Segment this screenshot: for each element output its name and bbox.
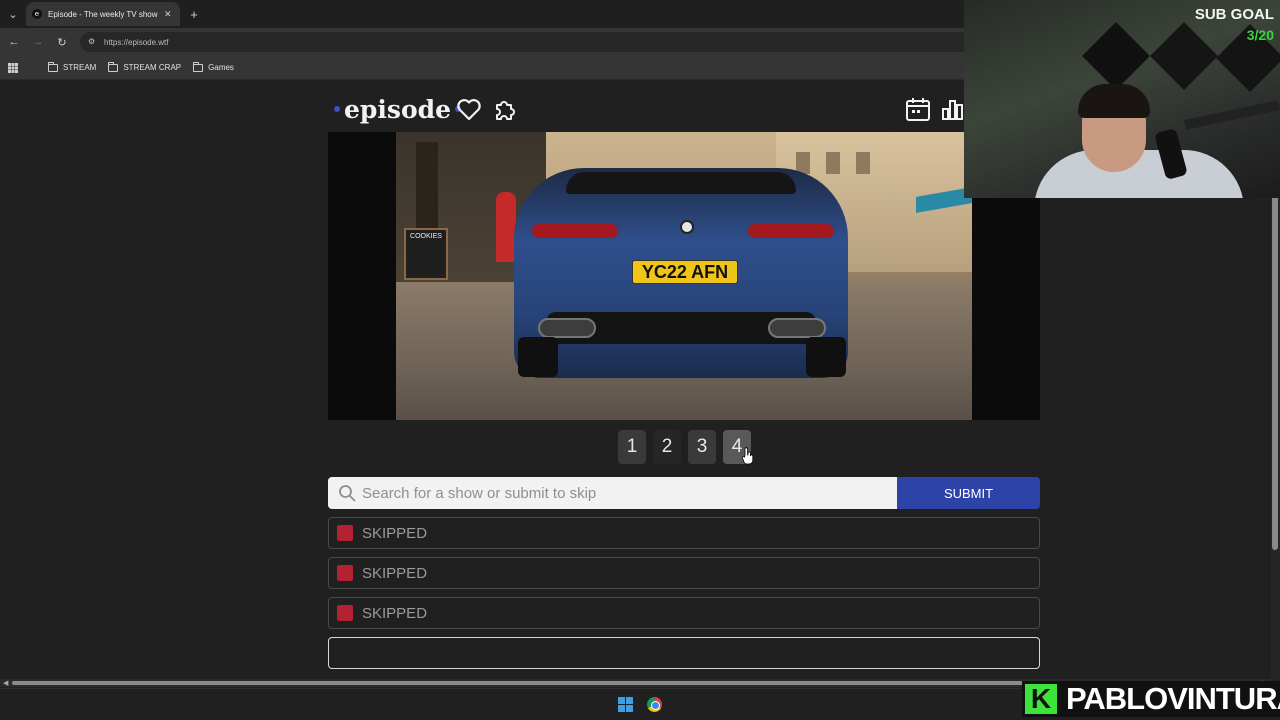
logo-dot-left (334, 106, 340, 112)
favicon-icon: e (32, 9, 42, 19)
brand-name: PABLOVINTURA (1060, 681, 1280, 717)
forward-icon[interactable]: → (30, 34, 46, 50)
submit-button[interactable]: SUBMIT (897, 477, 1040, 509)
clue-image: COOKIES YC22 AFN (396, 132, 972, 420)
guess-row: SKIPPED (328, 517, 1040, 549)
guess-row: SKIPPED (328, 557, 1040, 589)
cookies-sign: COOKIES (404, 228, 448, 280)
logo-text: episode (344, 94, 452, 124)
window (856, 152, 870, 174)
bookmark-stream[interactable]: STREAM (48, 61, 96, 72)
new-tab-icon[interactable]: + (186, 6, 202, 22)
windows-start-icon[interactable] (618, 697, 633, 712)
clue-pager: 1 2 3 4 (618, 430, 751, 464)
site-logo[interactable]: episode (330, 93, 465, 125)
tire-right (806, 337, 846, 377)
site-settings-icon[interactable]: ⚙ (88, 37, 98, 47)
page-button-1[interactable]: 1 (618, 430, 646, 464)
person-hair (1078, 84, 1150, 118)
car-seats (566, 172, 796, 194)
close-tab-icon[interactable]: ✕ (164, 9, 172, 20)
sub-goal-count: 3/20 (1246, 27, 1274, 43)
address-bar[interactable]: ⚙ https://episode.wtf (80, 32, 964, 52)
url-text: https://episode.wtf (104, 37, 169, 47)
hand-cursor-icon (742, 447, 754, 465)
scroll-left-arrow-icon[interactable]: ◀ (3, 679, 8, 687)
skipped-status-icon (337, 565, 353, 581)
puzzle-icon[interactable] (491, 95, 519, 123)
search-icon (339, 485, 356, 502)
tail-light-left (532, 224, 618, 238)
tire-left (518, 337, 558, 377)
reload-icon[interactable]: ↻ (54, 34, 70, 50)
license-plate: YC22 AFN (632, 260, 738, 284)
stats-icon[interactable] (940, 95, 964, 123)
tab-search-chevron-icon[interactable]: ⌄ (5, 6, 21, 22)
chrome-taskbar-icon[interactable] (647, 697, 662, 712)
mic-arm (1184, 100, 1280, 130)
streamer-brand: K PABLOVINTURA (1022, 681, 1280, 717)
pedestrian-red (496, 192, 516, 262)
acoustic-panel (1082, 22, 1150, 90)
page-button-3[interactable]: 3 (688, 430, 716, 464)
sub-goal-title: SUB GOAL (1194, 6, 1274, 23)
back-icon[interactable]: ← (6, 34, 22, 50)
guess-row-empty (328, 637, 1040, 669)
bookmark-games[interactable]: Games (193, 61, 234, 72)
guess-label: SKIPPED (362, 564, 428, 582)
window (826, 152, 840, 174)
tail-light-right (748, 224, 834, 238)
exhaust-right (768, 318, 826, 338)
folder-icon (193, 61, 204, 72)
search-box (328, 477, 897, 509)
bookmarks-bar: STREAM STREAM CRAP Games (0, 56, 964, 80)
car-badge (680, 220, 694, 234)
guess-label: SKIPPED (362, 524, 428, 542)
apps-grid-icon[interactable] (8, 62, 18, 73)
tab-title: Episode - The weekly TV show game (48, 9, 158, 19)
calendar-icon[interactable] (904, 95, 932, 123)
bookmark-stream-crap[interactable]: STREAM CRAP (108, 61, 181, 72)
search-input[interactable] (362, 484, 882, 502)
skipped-status-icon (337, 525, 353, 541)
guess-row: SKIPPED (328, 597, 1040, 629)
heart-icon[interactable] (455, 95, 483, 123)
exhaust-left (538, 318, 596, 338)
guess-label: SKIPPED (362, 604, 428, 622)
skipped-status-icon (337, 605, 353, 621)
clue-image-frame: COOKIES YC22 AFN (328, 132, 1040, 420)
folder-icon (48, 61, 58, 72)
page-button-2[interactable]: 2 (653, 430, 681, 464)
brand-logo: K (1022, 681, 1060, 717)
browser-tab[interactable]: e Episode - The weekly TV show game ✕ (26, 2, 180, 26)
folder-icon (108, 61, 119, 72)
